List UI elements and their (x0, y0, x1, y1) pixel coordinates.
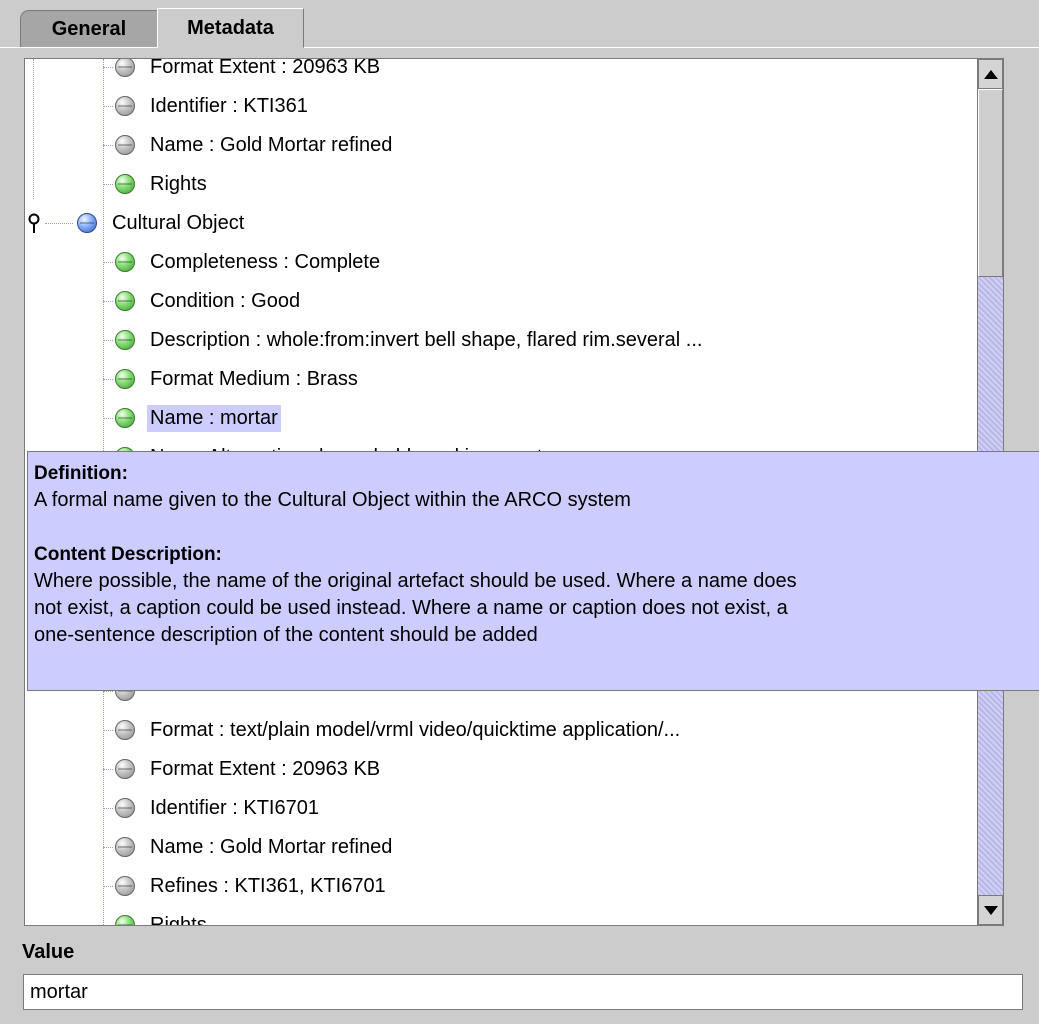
tree-row-label: Name : Gold Mortar refined (150, 835, 393, 858)
gray-node-icon (115, 135, 135, 155)
tree-row[interactable]: Format : text/plain model/vrml video/qui… (115, 711, 683, 749)
scroll-down-button[interactable] (978, 895, 1003, 925)
scroll-thumb[interactable] (978, 89, 1003, 277)
tree-row[interactable]: Rights (115, 906, 210, 926)
tree-row[interactable]: Rights (115, 165, 210, 203)
tree-row-label: Completeness : Complete (150, 250, 381, 273)
tree-row[interactable]: Condition : Good (115, 282, 303, 320)
green-node-icon (115, 915, 135, 925)
value-field[interactable] (23, 974, 1023, 1010)
gray-node-icon (115, 759, 135, 779)
green-node-icon (115, 291, 135, 311)
tab-general[interactable]: General (20, 10, 158, 47)
tree-connector (103, 886, 113, 887)
tree-guide-line (33, 59, 34, 199)
content-description-line: Where possible, the name of the original… (34, 570, 797, 592)
tree-row-label: Identifier : KTI361 (150, 94, 308, 117)
tree-row-label: Condition : Good (150, 289, 301, 312)
tree-connector (103, 418, 113, 419)
tree-connector (103, 145, 113, 146)
tree-connector (103, 340, 113, 341)
gray-node-icon (115, 837, 135, 857)
tree-row-label: Name : Gold Mortar refined (150, 133, 393, 156)
arrow-up-icon (983, 69, 998, 79)
tree-row-label: Format Medium : Brass (150, 367, 358, 390)
blue-node-icon (77, 213, 97, 233)
tree-row[interactable]: Description : whole:from:invert bell sha… (115, 321, 705, 359)
gray-node-icon (115, 59, 135, 77)
arrow-down-icon (983, 905, 998, 915)
value-label: Value (22, 941, 75, 963)
tree-row[interactable]: Completeness : Complete (115, 243, 383, 281)
tree-row[interactable]: Format Medium : Brass (115, 360, 361, 398)
gray-node-icon (115, 96, 135, 116)
tree-connector (103, 262, 113, 263)
tree-row-label: Cultural Object (112, 211, 245, 234)
tree-connector (103, 925, 113, 926)
tree-row[interactable]: Identifier : KTI361 (115, 87, 311, 125)
gray-node-icon (115, 876, 135, 896)
tree-connector (103, 691, 113, 692)
tree-connector (103, 106, 113, 107)
definition-heading: Definition: (34, 463, 128, 484)
tree-connector (103, 730, 113, 731)
tree-connector (103, 184, 113, 185)
tree-connector (103, 769, 113, 770)
tree-row-label: Rights (150, 913, 207, 926)
green-node-icon (115, 330, 135, 350)
tree-row-label: Name : mortar (147, 404, 281, 432)
tab-bar: General Metadata (0, 0, 1039, 48)
tree-connector (103, 301, 113, 302)
green-node-icon (115, 252, 135, 272)
tree-row[interactable]: Format Extent : 20963 KB (115, 750, 383, 788)
tree-row[interactable]: Refines : KTI361, KTI6701 (115, 867, 389, 905)
tree-row-label: Identifier : KTI6701 (150, 796, 319, 819)
tree-connector (103, 67, 113, 68)
tab-metadata[interactable]: Metadata (157, 8, 304, 48)
content-description-line: one-sentence description of the content … (34, 624, 538, 646)
green-node-icon (115, 369, 135, 389)
content-description-line: not exist, a caption could be used inste… (34, 597, 788, 619)
tree-connector (45, 223, 73, 224)
tree-row-label: Description : whole:from:invert bell sha… (150, 328, 703, 351)
tree-connector (103, 847, 113, 848)
gray-node-icon (115, 720, 135, 740)
tree-row-label: Format Extent : 20963 KB (150, 58, 381, 78)
green-node-icon (115, 408, 135, 428)
scroll-up-button[interactable] (978, 59, 1003, 89)
tree-connector (103, 379, 113, 380)
tab-divider (0, 47, 1039, 48)
tree-row[interactable]: Name : Gold Mortar refined (115, 126, 395, 164)
green-node-icon (115, 174, 135, 194)
expand-handle-icon[interactable] (27, 213, 41, 235)
tree-row-label: Refines : KTI361, KTI6701 (150, 874, 386, 897)
tree-row[interactable]: Name : mortar (115, 399, 281, 437)
tree-row[interactable]: Format Extent : 20963 KB (115, 58, 383, 86)
tree-row-label: Format : text/plain model/vrml video/qui… (150, 718, 681, 741)
tree-row[interactable]: Identifier : KTI6701 (115, 789, 322, 827)
definition-text: A formal name given to the Cultural Obje… (34, 489, 631, 511)
tree-row-label: Format Extent : 20963 KB (150, 757, 381, 780)
tree-connector (103, 808, 113, 809)
tree-row-label: Rights (150, 172, 207, 195)
definition-tooltip: Definition: A formal name given to the C… (27, 451, 1039, 691)
content-description-heading: Content Description: (34, 544, 222, 565)
gray-node-icon (115, 798, 135, 818)
tree-row[interactable]: Name : Gold Mortar refined (115, 828, 395, 866)
